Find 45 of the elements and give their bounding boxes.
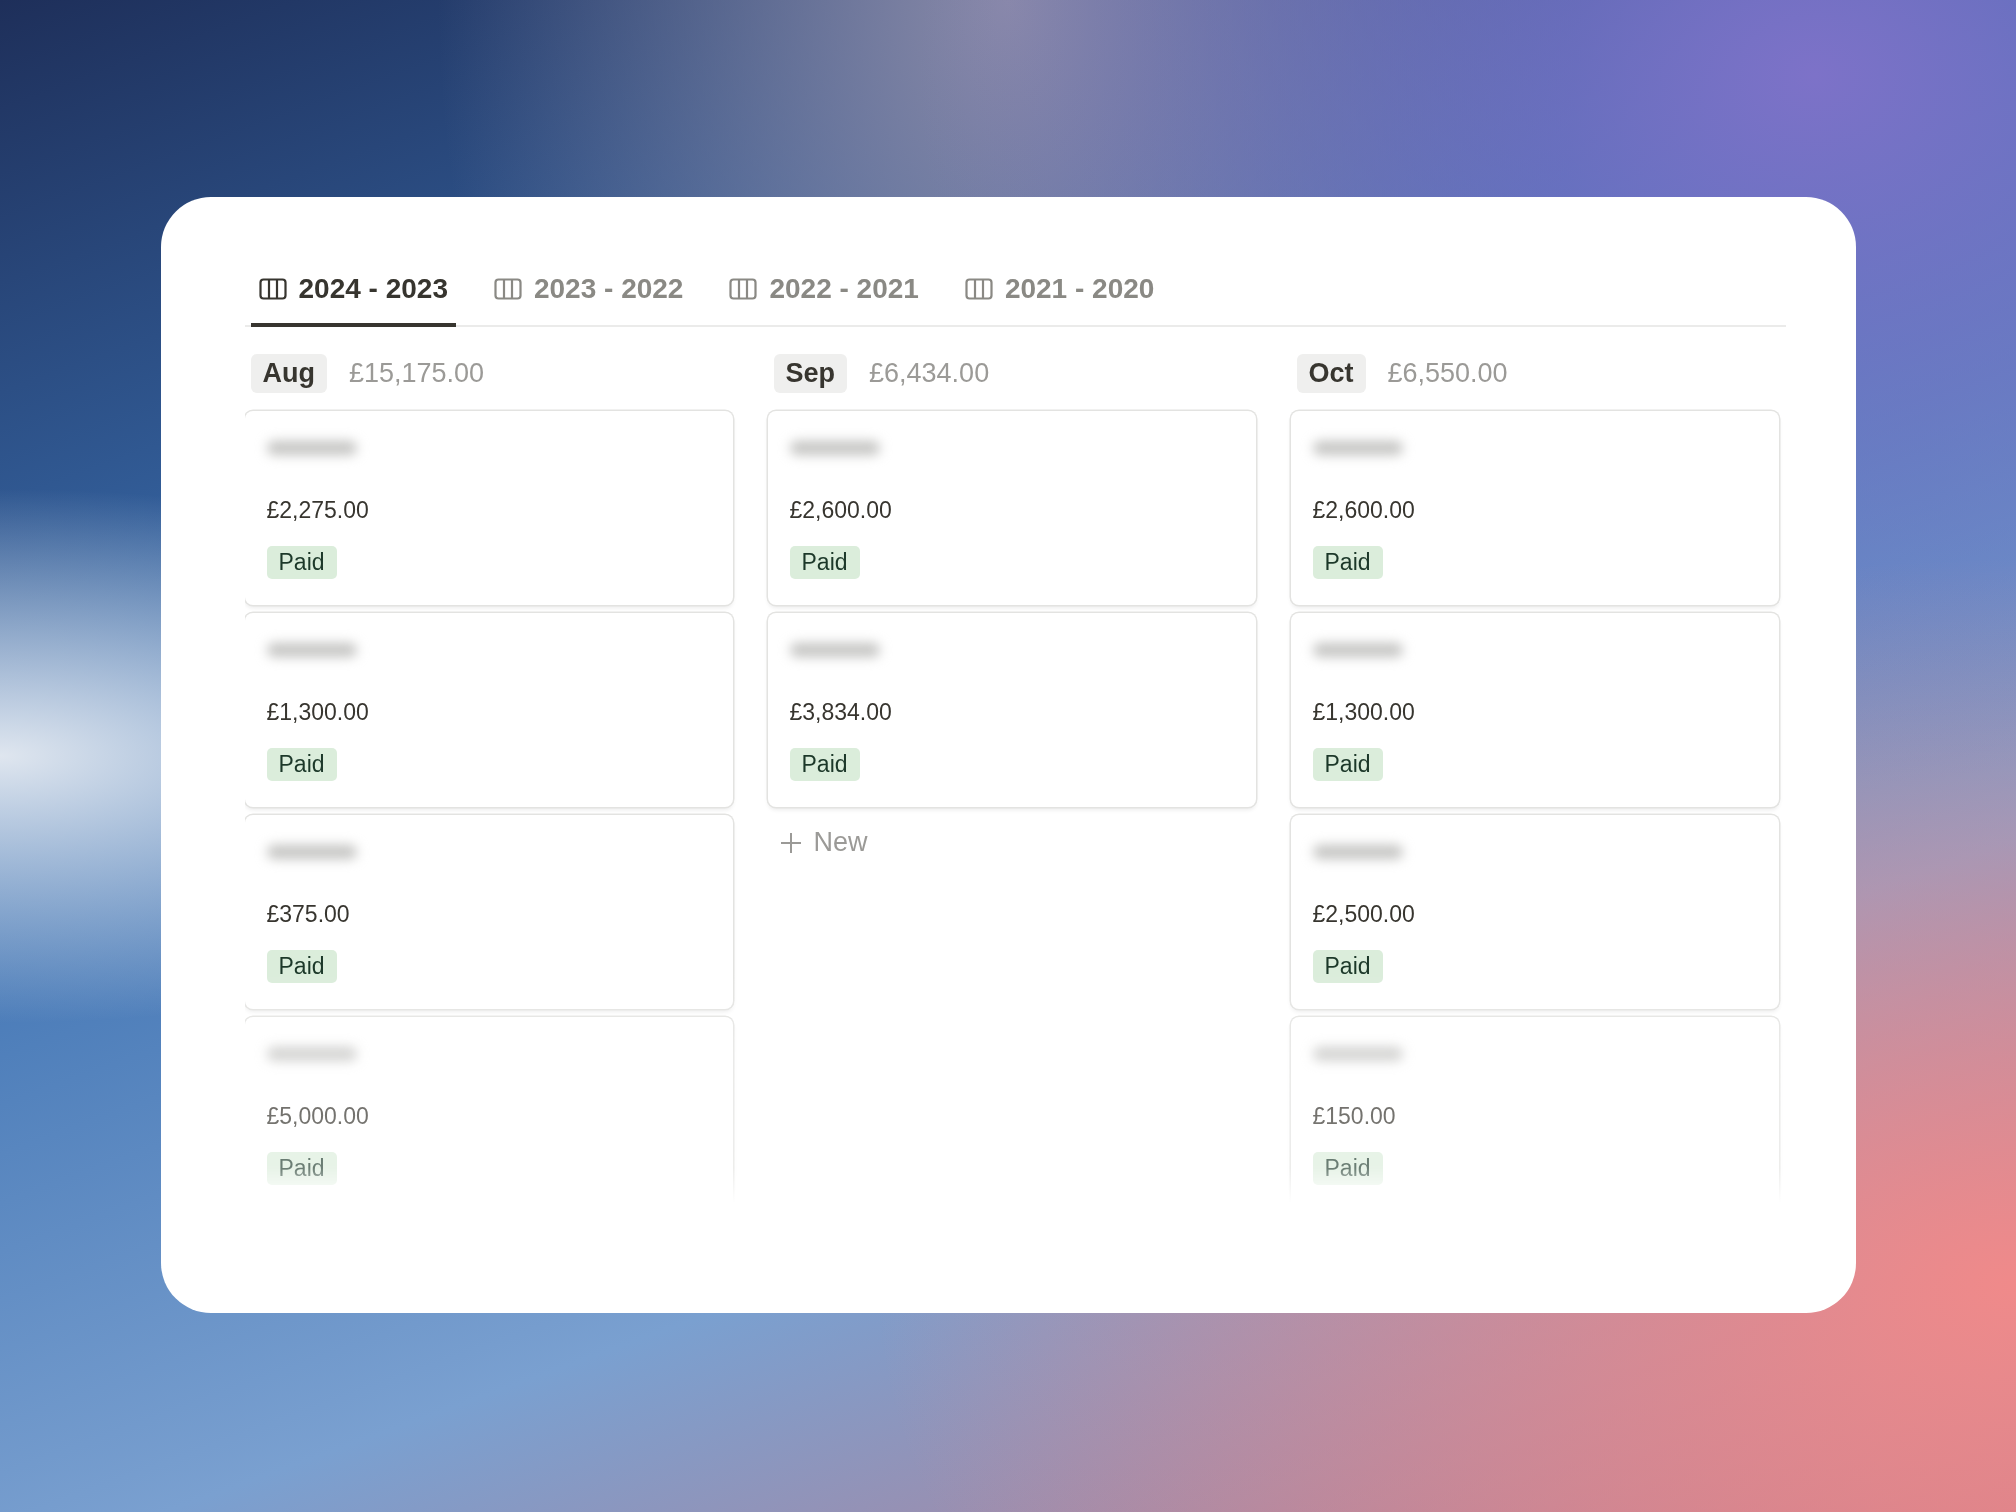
status-tag: Paid bbox=[266, 950, 337, 983]
board-tab[interactable]: 2022 - 2021 bbox=[721, 265, 927, 327]
column-total: £6,550.00 bbox=[1387, 357, 1508, 389]
amount-text: £2,500.00 bbox=[1312, 901, 1415, 928]
amount-text: £1,300.00 bbox=[266, 699, 369, 726]
board-icon bbox=[258, 278, 287, 300]
amount-text: £3,834.00 bbox=[789, 699, 892, 726]
payment-card[interactable]: £3,834.00 Paid bbox=[767, 613, 1256, 807]
status-tag: Paid bbox=[789, 546, 860, 579]
plus-icon bbox=[779, 831, 802, 854]
amount-text: £375.00 bbox=[266, 901, 350, 928]
board-tab[interactable]: 2021 - 2020 bbox=[956, 265, 1163, 327]
column-total: £15,175.00 bbox=[349, 357, 485, 389]
payment-card[interactable]: £150.00 Paid bbox=[1290, 1017, 1779, 1203]
status-tag: Paid bbox=[1312, 546, 1383, 579]
board-tab[interactable]: 2024 - 2023 bbox=[250, 265, 456, 327]
payment-card[interactable]: £2,275.00 Paid bbox=[244, 411, 733, 605]
status-tag: Paid bbox=[266, 748, 337, 781]
amount-text: £5,000.00 bbox=[266, 1103, 369, 1130]
payment-card[interactable]: £5,000.00 Paid bbox=[244, 1017, 733, 1203]
column-month: Oct bbox=[1296, 353, 1366, 393]
payment-card[interactable]: £375.00 Paid bbox=[244, 815, 733, 1009]
payment-card[interactable]: £2,600.00 Paid bbox=[1290, 411, 1779, 605]
status-tag: Paid bbox=[266, 1152, 337, 1185]
board-icon bbox=[964, 278, 993, 300]
amount-text: £2,600.00 bbox=[1312, 497, 1415, 524]
amount-text: £150.00 bbox=[1312, 1103, 1396, 1130]
payment-card[interactable]: £1,300.00 Paid bbox=[1290, 613, 1779, 807]
board-tab[interactable]: 2023 - 2022 bbox=[485, 265, 692, 327]
status-tag: Paid bbox=[1312, 950, 1383, 983]
column-total: £6,434.00 bbox=[869, 357, 990, 389]
status-tag: Paid bbox=[1312, 748, 1383, 781]
column-month: Aug bbox=[250, 353, 327, 393]
column-month: Sep bbox=[773, 353, 848, 393]
amount-text: £2,600.00 bbox=[789, 497, 892, 524]
status-tag: Paid bbox=[1312, 1152, 1383, 1185]
status-tag: Paid bbox=[789, 748, 860, 781]
amount-text: £1,300.00 bbox=[1312, 699, 1415, 726]
payment-card[interactable]: £2,600.00 Paid bbox=[767, 411, 1256, 605]
board-icon bbox=[729, 278, 758, 300]
amount-text: £2,275.00 bbox=[266, 497, 369, 524]
payment-card[interactable]: £2,500.00 Paid bbox=[1290, 815, 1779, 1009]
status-tag: Paid bbox=[266, 546, 337, 579]
board-icon bbox=[493, 278, 522, 300]
payment-card[interactable]: £1,300.00 Paid bbox=[244, 613, 733, 807]
